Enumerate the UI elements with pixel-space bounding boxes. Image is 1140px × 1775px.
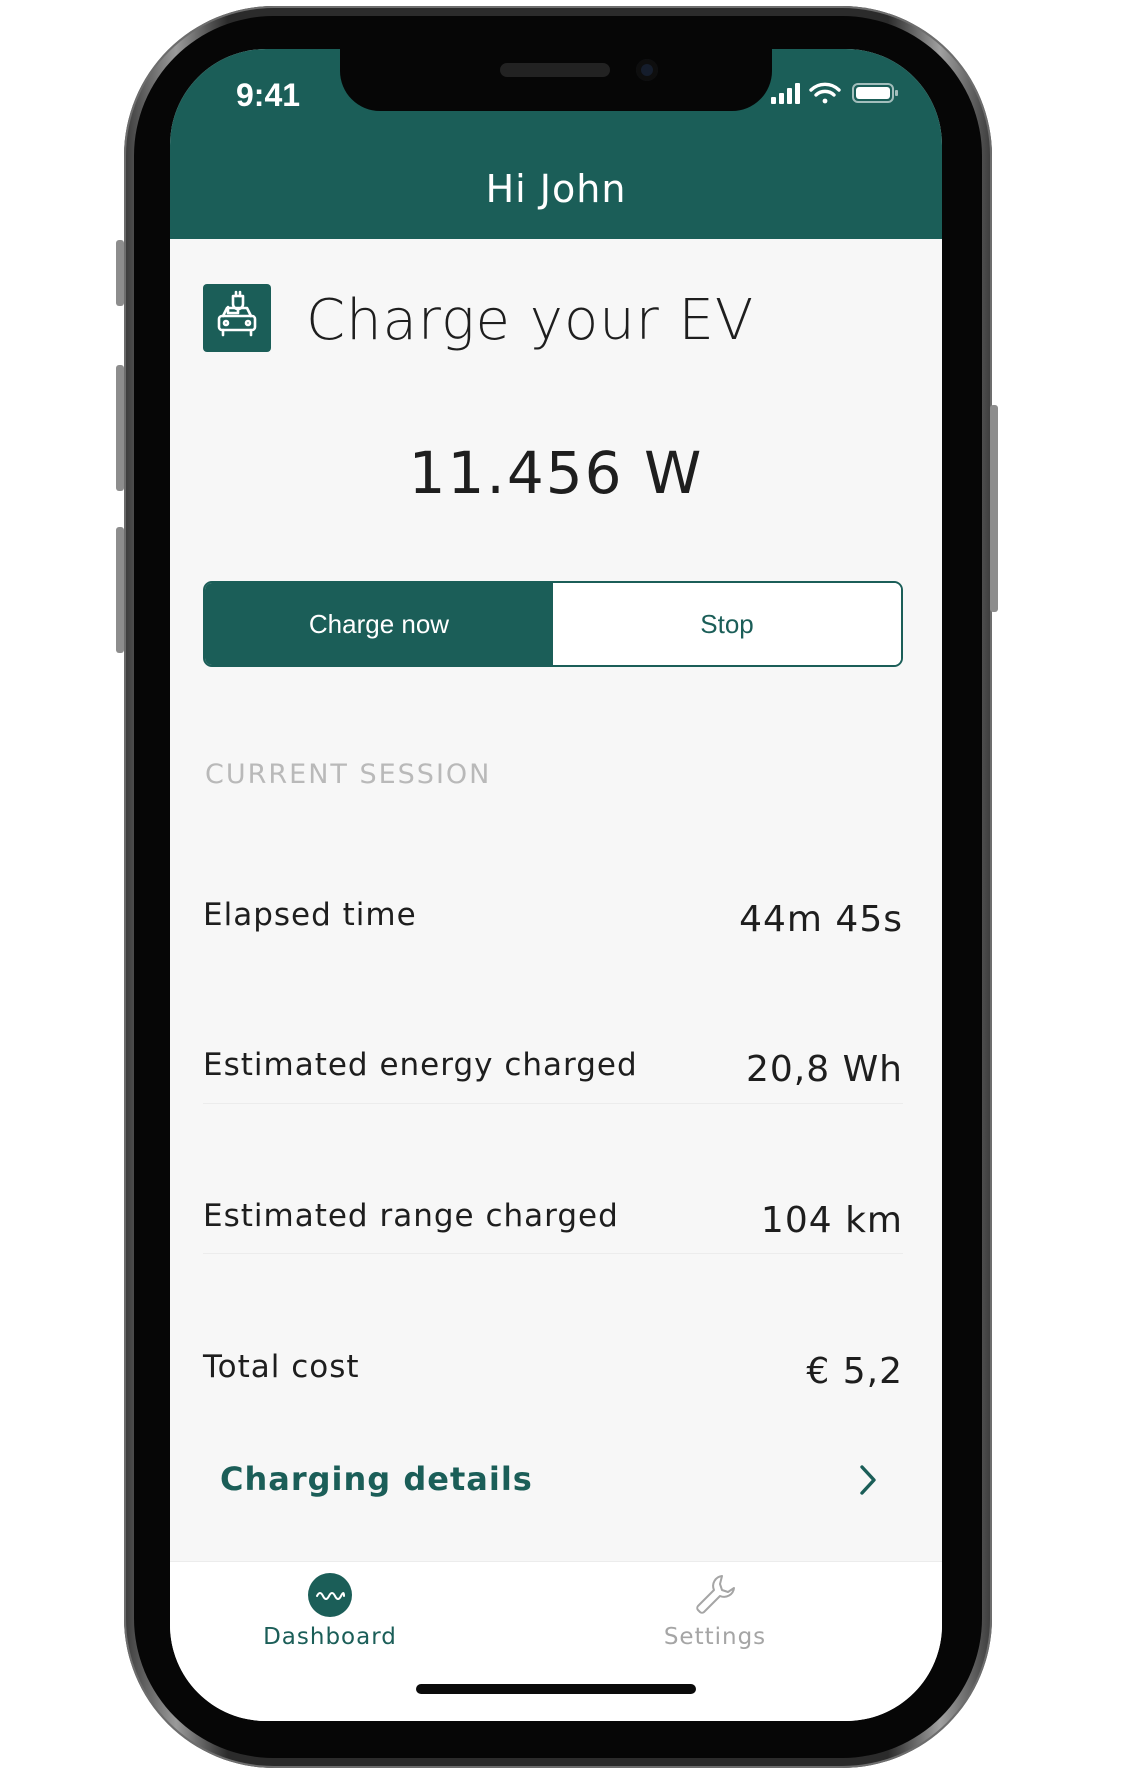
tab-dashboard-label: Dashboard [263,1624,397,1650]
tab-dashboard[interactable]: Dashboard [230,1572,430,1650]
row-value: 104 km [760,1200,903,1241]
signal-icon [771,83,800,104]
row-value: 44m 45s [739,899,903,940]
charge-heading: Charge your EV [203,284,903,354]
row-label: Total cost [203,1349,360,1385]
status-icons [771,81,901,105]
wifi-icon [809,82,841,104]
row-divider [203,1103,903,1104]
volume-up-button [116,365,124,491]
ev-charging-icon [203,284,271,352]
status-time: 9:41 [236,77,301,113]
session-row-elapsed: Elapsed time 44m 45s [203,867,903,967]
tab-settings[interactable]: Settings [615,1572,815,1650]
volume-down-button [116,527,124,653]
row-value: 20,8 Wh [745,1049,903,1090]
row-value: € 5,2 [806,1351,903,1392]
row-label: Estimated energy charged [203,1047,638,1083]
charging-details-link[interactable]: Charging details [220,1454,880,1514]
section-label: CURRENT SESSION [205,759,492,790]
speaker [500,63,610,77]
stop-button[interactable]: Stop [553,583,901,665]
chevron-right-icon [856,1462,880,1502]
notch [340,49,772,111]
charge-control: Charge now Stop [203,581,903,667]
battery-icon [852,83,898,103]
charge-title: Charge your EV [306,288,755,353]
session-row-cost: Total cost € 5,2 [203,1319,903,1419]
row-divider [203,1253,903,1254]
session-row-energy: Estimated energy charged 20,8 Wh [203,1017,903,1117]
silent-switch [116,240,124,306]
power-button [990,405,998,612]
wrench-icon [615,1572,815,1618]
charging-details-label: Charging details [220,1460,533,1498]
charge-now-button[interactable]: Charge now [205,583,553,665]
app-screen: 9:41 Hi John Charge your EV 11.456 W Cha… [170,49,942,1721]
row-label: Elapsed time [203,897,417,933]
greeting-title: Hi John [485,167,627,211]
row-label: Estimated range charged [203,1198,619,1234]
app-header: 9:41 Hi John [170,49,942,239]
home-indicator[interactable] [416,1684,696,1694]
tab-settings-label: Settings [663,1624,767,1650]
tab-bar: Dashboard Settings [170,1561,942,1721]
front-camera [636,59,658,81]
dashboard-wave-icon [230,1572,430,1618]
power-readout: 11.456 W [408,439,704,507]
